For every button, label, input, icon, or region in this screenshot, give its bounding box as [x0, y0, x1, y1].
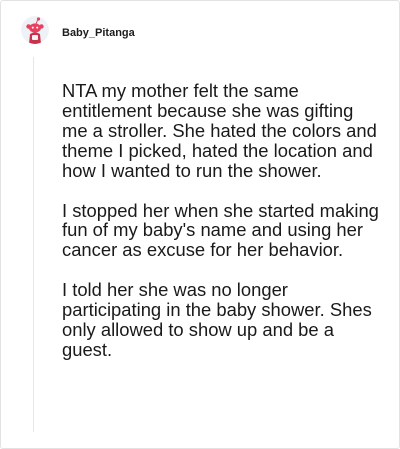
user-avatar-icon[interactable]: [21, 16, 49, 44]
username[interactable]: Baby_Pitanga: [62, 26, 135, 40]
comment-paragraph: NTA my mother felt the same entitlement …: [62, 80, 377, 181]
comment-paragraph: I told her she was no longer participati…: [62, 279, 372, 360]
snoo-avatar-icon: [21, 16, 49, 44]
comment-body: NTA my mother felt the same entitlement …: [62, 81, 382, 360]
thread-line[interactable]: [33, 57, 34, 432]
comment-card: Baby_Pitanga NTA my mother felt the same…: [0, 0, 400, 449]
comment-paragraph: I stopped her when she started making fu…: [62, 199, 379, 261]
